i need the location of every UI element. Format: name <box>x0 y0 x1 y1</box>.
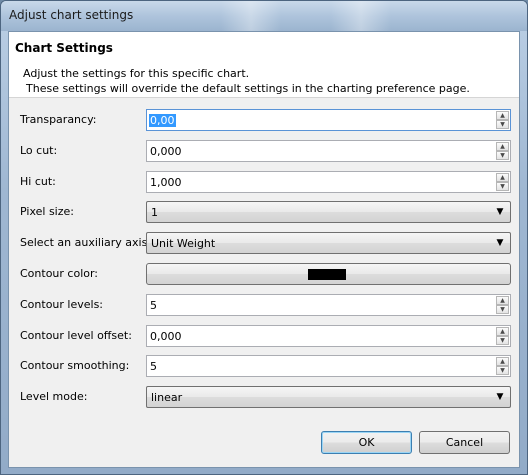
ok-button[interactable]: OK <box>321 431 412 454</box>
window-title: Adjust chart settings <box>9 8 134 22</box>
dialog-client-area: Chart Settings Adjust the settings for t… <box>8 31 520 468</box>
dialog-window: Adjust chart settings Chart Settings Adj… <box>0 0 528 475</box>
spin-down-icon[interactable]: ▼ <box>496 366 509 375</box>
titlebar-glass-decoration <box>221 1 281 31</box>
contour-smoothing-row: Contour smoothing: 5 ▲ ▼ <box>9 355 519 377</box>
transparency-row: Transparancy: 0,00 ▲ ▼ <box>9 109 519 131</box>
contour-level-offset-row: Contour level offset: 0,000 ▲ ▼ <box>9 325 519 347</box>
contour-levels-label: Contour levels: <box>20 298 104 311</box>
spinner-arrows: ▲ ▼ <box>496 327 509 345</box>
spin-up-icon[interactable]: ▲ <box>496 357 509 366</box>
spinner-arrows: ▲ ▼ <box>496 111 509 129</box>
aux-axis-select[interactable]: Unit Weight ▼ <box>146 232 511 254</box>
color-swatch <box>308 269 346 280</box>
chevron-down-icon[interactable]: ▼ <box>493 236 507 250</box>
level-mode-label: Level mode: <box>20 390 88 403</box>
contour-color-button[interactable] <box>146 263 511 285</box>
pixel-size-select[interactable]: 1 ▼ <box>146 201 511 223</box>
spin-up-icon[interactable]: ▲ <box>496 111 509 120</box>
spin-down-icon[interactable]: ▼ <box>496 151 509 160</box>
hi-cut-spinner[interactable]: 1,000 ▲ ▼ <box>146 171 511 193</box>
spinner-arrows: ▲ ▼ <box>496 357 509 375</box>
transparency-spinner[interactable]: 0,00 ▲ ▼ <box>146 109 511 131</box>
spin-up-icon[interactable]: ▲ <box>496 327 509 336</box>
hi-cut-row: Hi cut: 1,000 ▲ ▼ <box>9 171 519 193</box>
contour-level-offset-spinner[interactable]: 0,000 ▲ ▼ <box>146 325 511 347</box>
dialog-header: Chart Settings Adjust the settings for t… <box>9 32 519 98</box>
spin-up-icon[interactable]: ▲ <box>496 142 509 151</box>
spin-up-icon[interactable]: ▲ <box>496 173 509 182</box>
aux-axis-value: Unit Weight <box>151 237 216 250</box>
pixel-size-row: Pixel size: 1 ▼ <box>9 201 519 223</box>
header-description: Adjust the settings for this specific ch… <box>23 67 250 80</box>
header-description: These settings will override the default… <box>26 82 470 95</box>
level-mode-row: Level mode: linear ▼ <box>9 386 519 408</box>
contour-color-row: Contour color: <box>9 263 519 285</box>
pixel-size-value: 1 <box>151 206 158 219</box>
contour-color-label: Contour color: <box>20 267 99 280</box>
header-title: Chart Settings <box>15 41 113 55</box>
transparency-value[interactable]: 0,00 <box>149 114 176 127</box>
spinner-arrows: ▲ ▼ <box>496 296 509 314</box>
spin-down-icon[interactable]: ▼ <box>496 182 509 191</box>
spin-down-icon[interactable]: ▼ <box>496 336 509 345</box>
transparency-label: Transparancy: <box>20 113 97 126</box>
title-bar[interactable]: Adjust chart settings <box>1 1 527 31</box>
level-mode-select[interactable]: linear ▼ <box>146 386 511 408</box>
contour-smoothing-spinner[interactable]: 5 ▲ ▼ <box>146 355 511 377</box>
spinner-arrows: ▲ ▼ <box>496 142 509 160</box>
chevron-down-icon[interactable]: ▼ <box>493 205 507 219</box>
pixel-size-label: Pixel size: <box>20 205 74 218</box>
contour-smoothing-label: Contour smoothing: <box>20 359 130 372</box>
aux-axis-row: Select an auxiliary axis: Unit Weight ▼ <box>9 232 519 254</box>
aux-axis-label: Select an auxiliary axis: <box>20 236 152 249</box>
lo-cut-label: Lo cut: <box>20 144 58 157</box>
cancel-button[interactable]: Cancel <box>419 431 510 454</box>
contour-level-offset-label: Contour level offset: <box>20 329 132 342</box>
titlebar-glass-decoration <box>331 1 391 31</box>
hi-cut-label: Hi cut: <box>20 175 56 188</box>
spin-up-icon[interactable]: ▲ <box>496 296 509 305</box>
spin-down-icon[interactable]: ▼ <box>496 120 509 129</box>
lo-cut-row: Lo cut: 0,000 ▲ ▼ <box>9 140 519 162</box>
chevron-down-icon[interactable]: ▼ <box>493 390 507 404</box>
lo-cut-spinner[interactable]: 0,000 ▲ ▼ <box>146 140 511 162</box>
spinner-arrows: ▲ ▼ <box>496 173 509 191</box>
lo-cut-value[interactable]: 0,000 <box>150 145 182 158</box>
level-mode-value: linear <box>151 391 183 404</box>
hi-cut-value[interactable]: 1,000 <box>150 176 182 189</box>
contour-smoothing-value[interactable]: 5 <box>150 360 157 373</box>
contour-levels-row: Contour levels: 5 ▲ ▼ <box>9 294 519 316</box>
contour-levels-spinner[interactable]: 5 ▲ ▼ <box>146 294 511 316</box>
contour-levels-value[interactable]: 5 <box>150 299 157 312</box>
spin-down-icon[interactable]: ▼ <box>496 305 509 314</box>
contour-level-offset-value[interactable]: 0,000 <box>150 330 182 343</box>
